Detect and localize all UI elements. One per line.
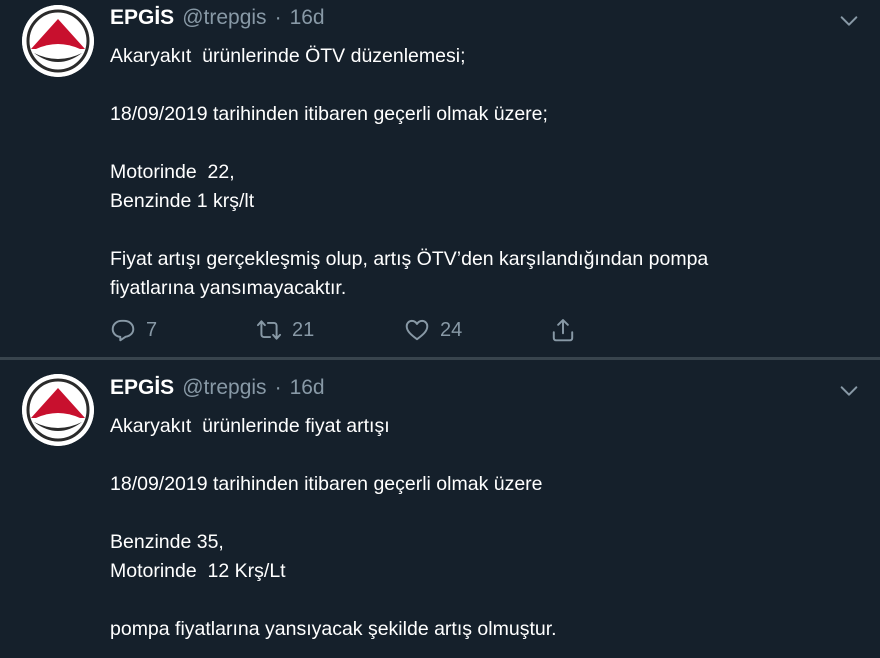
like-button[interactable]: 24 (404, 312, 462, 348)
author-handle[interactable]: @trepgis (182, 6, 266, 30)
epgis-logo-icon (22, 374, 94, 446)
separator: · (274, 376, 282, 399)
heart-icon (405, 319, 429, 341)
tweet-line: Akaryakıt ürünlerinde ÖTV düzenlemesi; (110, 45, 466, 67)
tweet-line: pompa fiyatlarına yansıyacak şekilde art… (110, 618, 557, 640)
share-button[interactable] (550, 312, 576, 348)
tweet[interactable]: EPGİS @trepgis · 16d Akaryakıt ürünlerin… (0, 360, 880, 658)
more-options-button[interactable] (838, 10, 860, 32)
tweet-actions: 7 21 24 (110, 312, 590, 348)
reply-icon (111, 319, 135, 342)
chevron-down-icon (840, 16, 858, 26)
tweet-line: Fiyat artışı gerçekleşmiş olup, artış ÖT… (110, 248, 709, 270)
separator: · (274, 6, 282, 29)
retweet-icon (256, 320, 282, 340)
epgis-logo-icon (22, 5, 94, 77)
tweet-line: Benzinde 35, (110, 531, 224, 553)
reply-count: 7 (146, 318, 158, 341)
tweet-header: EPGİS @trepgis · 16d (110, 6, 325, 34)
timestamp[interactable]: 16d (290, 6, 325, 30)
tweet-line: Motorinde 12 Krş/Lt (110, 560, 286, 582)
tweet-line: Benzinde 1 krş/lt (110, 190, 255, 212)
avatar[interactable] (22, 374, 94, 446)
tweet-line: fiyatlarına yansımayacaktır. (110, 277, 347, 299)
author-handle[interactable]: @trepgis (182, 376, 266, 400)
avatar[interactable] (22, 5, 94, 77)
tweet-line: Motorinde 22, (110, 161, 235, 183)
retweet-button[interactable]: 21 (256, 312, 314, 348)
author-name[interactable]: EPGİS (110, 6, 174, 30)
tweet[interactable]: EPGİS @trepgis · 16d Akaryakıt ürünlerin… (0, 0, 880, 358)
tweet-line: 18/09/2019 tarihinden itibaren geçerli o… (110, 103, 548, 125)
share-icon (552, 319, 574, 342)
like-count: 24 (440, 318, 463, 341)
tweet-line: 18/09/2019 tarihinden itibaren geçerli o… (110, 473, 543, 495)
tweet-line: Akaryakıt ürünlerinde fiyat artışı (110, 415, 390, 437)
tweet-header: EPGİS @trepgis · 16d (110, 376, 325, 404)
chevron-down-icon (840, 386, 858, 396)
tweet-text: Akaryakıt ürünlerinde fiyat artışı 18/09… (110, 412, 810, 644)
timestamp[interactable]: 16d (290, 376, 325, 400)
tweet-text: Akaryakıt ürünlerinde ÖTV düzenlemesi; 1… (110, 42, 810, 303)
retweet-count: 21 (292, 318, 315, 341)
timeline: EPGİS @trepgis · 16d Akaryakıt ürünlerin… (0, 0, 880, 658)
author-name[interactable]: EPGİS (110, 376, 174, 400)
reply-button[interactable]: 7 (110, 312, 157, 348)
more-options-button[interactable] (838, 380, 860, 402)
